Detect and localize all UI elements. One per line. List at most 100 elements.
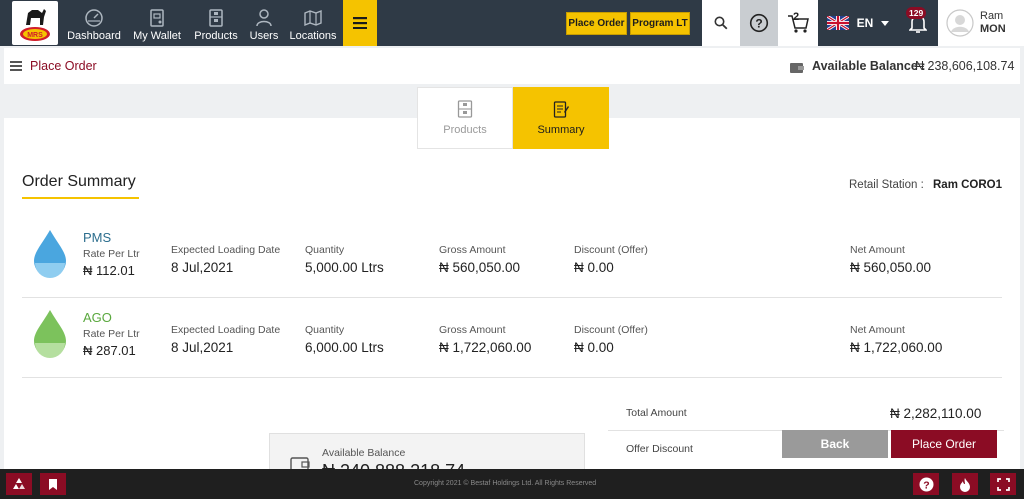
- language-selector[interactable]: EN: [818, 0, 898, 46]
- wallet-balance-box: Available Balance ₦ 240,888,218.74: [269, 433, 585, 470]
- gross-amount-label: Gross Amount: [439, 244, 506, 256]
- user-menu[interactable]: Ram MON: [938, 0, 1024, 46]
- gross-amount-value: ₦ 560,050.00: [439, 260, 521, 275]
- discount-label: Discount (Offer): [574, 244, 648, 256]
- quantity-cell: Quantity 6,000.00 Ltrs: [305, 324, 384, 355]
- tab-summary[interactable]: Summary: [513, 87, 609, 149]
- wallet-icon: [150, 9, 164, 27]
- fuel-drop-icon: [34, 230, 66, 278]
- svg-text:?: ?: [923, 479, 929, 491]
- total-amount-row: Total Amount ₦ 2,282,110.00: [608, 395, 1004, 431]
- hamburger-icon: [353, 17, 367, 29]
- order-steps: Products Summary: [417, 87, 609, 149]
- retail-station-label: Retail Station :: [849, 179, 924, 191]
- retail-station-value: Ram CORO1: [933, 179, 1003, 191]
- nav-my-wallet-label: My Wallet: [133, 30, 181, 42]
- total-amount-label: Total Amount: [626, 407, 687, 419]
- menu-toggle-button[interactable]: [343, 0, 377, 46]
- help-footer-button[interactable]: ?: [913, 473, 939, 495]
- discount-value: ₦ 0.00: [574, 260, 614, 275]
- help-icon: ?: [749, 13, 769, 33]
- search-button[interactable]: [702, 0, 740, 46]
- order-item-row: PMS Rate Per Ltr ₦ 112.01 Expected Loadi…: [22, 220, 1002, 298]
- products-icon: [209, 9, 223, 27]
- order-summary-card: Order Summary Retail Station : Ram CORO1…: [4, 118, 1020, 470]
- fire-icon: [960, 477, 970, 492]
- quantity-label: Quantity: [305, 324, 345, 336]
- copyright-text: Copyright 2021 © Bestaf Holdings Ltd. Al…: [414, 480, 597, 487]
- nav-my-wallet[interactable]: My Wallet: [128, 0, 186, 46]
- gross-amount-cell: Gross Amount ₦ 1,722,060.00: [439, 324, 531, 355]
- nav-users-label: Users: [249, 30, 279, 42]
- loading-date-label: Expected Loading Date: [171, 324, 281, 336]
- net-amount-label: Net Amount: [850, 244, 905, 256]
- discount-label: Discount (Offer): [574, 324, 648, 336]
- svg-text:?: ?: [755, 16, 762, 30]
- fullscreen-button[interactable]: [990, 473, 1016, 495]
- product-name: AGO: [83, 310, 112, 325]
- nav-dashboard-label: Dashboard: [67, 30, 121, 42]
- rate-value: ₦ 287.01: [83, 343, 136, 358]
- wallet-icon: [290, 457, 310, 470]
- nav-locations[interactable]: Locations: [287, 0, 339, 46]
- avatar: [946, 9, 974, 37]
- chevron-down-icon: [881, 20, 890, 26]
- nav-products[interactable]: Products: [190, 0, 242, 46]
- nav-users[interactable]: Users: [245, 0, 283, 46]
- tab-products[interactable]: Products: [417, 87, 513, 149]
- nav-locations-label: Locations: [289, 30, 337, 42]
- offer-discount-label: Offer Discount: [626, 443, 693, 455]
- dashboard-icon: [85, 9, 103, 27]
- summary-step-icon: [553, 101, 569, 118]
- bookmark-icon: [49, 478, 57, 490]
- net-amount-cell: Net Amount ₦ 560,050.00: [850, 244, 931, 275]
- tab-summary-label: Summary: [537, 124, 585, 136]
- fuel-drop-icon: [34, 310, 66, 358]
- order-item-row: AGO Rate Per Ltr ₦ 287.01 Expected Loadi…: [22, 300, 1002, 378]
- fire-button[interactable]: [952, 473, 978, 495]
- user-name: Ram: [980, 10, 1004, 22]
- map-icon: [304, 9, 322, 27]
- cart-button[interactable]: 2: [778, 0, 818, 46]
- help-button[interactable]: ?: [740, 0, 778, 46]
- wallet-balance-icon: [790, 63, 804, 73]
- search-icon: [714, 16, 728, 30]
- page-title: Place Order: [30, 59, 97, 73]
- top-navbar: MRS Dashboard My Wallet Products Users L…: [0, 0, 1024, 46]
- net-amount-value: ₦ 1,722,060.00: [850, 340, 943, 355]
- back-button[interactable]: Back: [782, 430, 888, 458]
- footer-bar: Copyright 2021 © Bestaf Holdings Ltd. Al…: [0, 469, 1024, 499]
- net-amount-value: ₦ 560,050.00: [850, 260, 932, 275]
- product-name: PMS: [83, 230, 112, 245]
- expand-icon: [996, 477, 1010, 491]
- help-icon: ?: [919, 477, 933, 491]
- available-balance-label: Available Balance :: [812, 59, 926, 73]
- loading-date-value: 8 Jul,2021: [171, 260, 234, 275]
- notifications-button[interactable]: 129: [898, 0, 938, 46]
- net-amount-label: Net Amount: [850, 324, 905, 336]
- recycle-button[interactable]: [6, 473, 32, 495]
- loading-date-cell: Expected Loading Date 8 Jul,2021: [171, 244, 280, 275]
- discount-cell: Discount (Offer) ₦ 0.00: [574, 244, 648, 275]
- recycle-icon: [13, 478, 25, 489]
- discount-value: ₦ 0.00: [574, 340, 614, 355]
- net-amount-cell: Net Amount ₦ 1,722,060.00: [850, 324, 942, 355]
- quantity-label: Quantity: [305, 244, 345, 256]
- rate-value: ₦ 112.01: [83, 263, 135, 278]
- gross-amount-value: ₦ 1,722,060.00: [439, 340, 532, 355]
- program-lt-button[interactable]: Program LT: [630, 12, 690, 35]
- quantity-value: 6,000.00 Ltrs: [305, 340, 384, 355]
- gross-amount-cell: Gross Amount ₦ 560,050.00: [439, 244, 520, 275]
- discount-cell: Discount (Offer) ₦ 0.00: [574, 324, 648, 355]
- quantity-cell: Quantity 5,000.00 Ltrs: [305, 244, 384, 275]
- mrs-logo[interactable]: MRS: [12, 1, 58, 45]
- nav-dashboard[interactable]: Dashboard: [64, 0, 124, 46]
- place-order-top-button[interactable]: Place Order: [566, 12, 627, 35]
- cart-count: 2: [793, 11, 800, 23]
- uk-flag-icon: [826, 16, 849, 30]
- users-icon: [256, 9, 272, 27]
- bookmark-button[interactable]: [40, 473, 66, 495]
- notification-badge: 129: [906, 7, 927, 19]
- place-order-button[interactable]: Place Order: [891, 430, 997, 458]
- products-step-icon: [457, 100, 473, 118]
